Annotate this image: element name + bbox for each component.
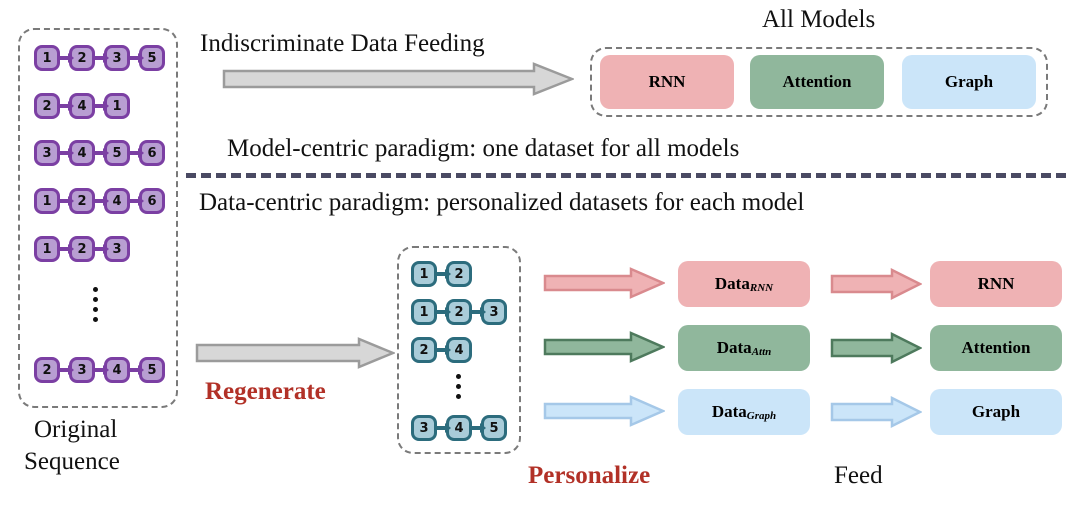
seq-link-arrow	[60, 148, 74, 158]
sequence-row: 1 2 3 5	[34, 45, 165, 71]
sequence-row: 2 4 1	[34, 93, 130, 119]
dataset-subscript: RNN	[749, 282, 774, 294]
seq-node: 2	[34, 357, 60, 383]
seq-link-arrow	[60, 244, 74, 254]
model-box-attention[interactable]: Attention	[750, 55, 884, 109]
seq-node: 1	[34, 45, 60, 71]
regenerate-label: Regenerate	[205, 378, 326, 405]
seq-node: 1	[34, 188, 60, 214]
seq-link-arrow	[95, 244, 109, 254]
indiscriminate-feeding-arrow	[222, 62, 574, 96]
model-result-attention[interactable]: Attention	[930, 325, 1062, 371]
seq-link-arrow	[60, 101, 74, 111]
model-box-graph[interactable]: Graph	[902, 55, 1036, 109]
seq-link-arrow	[95, 196, 109, 206]
sequence-row: 2 3 4 5	[34, 357, 165, 383]
seq-link-arrow	[95, 148, 109, 158]
personalize-label: Personalize	[528, 462, 651, 489]
seq-link-arrow	[437, 269, 451, 279]
regenerated-sequence-row: 1 2 3	[411, 299, 507, 325]
seq-link-arrow	[60, 196, 74, 206]
feed-arrow-rnn	[830, 268, 922, 300]
feed-arrow-graph	[830, 396, 922, 428]
seq-link-arrow	[60, 53, 74, 63]
personalize-arrow-rnn	[543, 266, 665, 300]
regenerate-arrow	[195, 337, 395, 369]
personalize-arrow-attention	[543, 330, 665, 364]
seq-link-arrow	[130, 365, 144, 375]
sequence-ellipsis-icon	[93, 287, 98, 322]
seq-link-arrow	[472, 307, 486, 317]
original-sequence-caption-line2: Sequence	[24, 448, 120, 475]
sequence-row: 1 2 3	[34, 236, 130, 262]
model-result-graph[interactable]: Graph	[930, 389, 1062, 435]
data-centric-paradigm-text: Data-centric paradigm: personalized data…	[199, 189, 805, 216]
seq-node: 2	[34, 93, 60, 119]
sequence-row: 1 2 4 6	[34, 188, 165, 214]
seq-link-arrow	[95, 101, 109, 111]
dataset-label: Data	[714, 274, 750, 293]
feed-arrow-attention	[830, 332, 922, 364]
dataset-subscript: Graph	[746, 410, 777, 422]
personalize-arrow-graph	[543, 394, 665, 428]
dataset-box-graph[interactable]: Data Graph	[678, 389, 810, 435]
paradigm-divider	[186, 173, 1066, 178]
original-sequence-caption-line1: Original	[34, 416, 118, 443]
dataset-label: Data	[716, 338, 752, 357]
model-centric-paradigm-text: Model-centric paradigm: one dataset for …	[227, 135, 740, 162]
seq-node: 1	[411, 261, 437, 287]
dataset-box-attention[interactable]: Data Attn	[678, 325, 810, 371]
seq-node: 1	[34, 236, 60, 262]
model-box-rnn[interactable]: RNN	[600, 55, 734, 109]
seq-link-arrow	[472, 423, 486, 433]
regenerated-sequence-row: 3 4 5	[411, 415, 507, 441]
seq-link-arrow	[437, 423, 451, 433]
dataset-box-rnn[interactable]: Data RNN	[678, 261, 810, 307]
seq-link-arrow	[130, 148, 144, 158]
regenerated-sequence-row: 1 2	[411, 261, 472, 287]
seq-node: 1	[411, 299, 437, 325]
all-models-title: All Models	[762, 6, 876, 33]
seq-link-arrow	[95, 365, 109, 375]
seq-node: 3	[411, 415, 437, 441]
seq-node: 2	[411, 337, 437, 363]
seq-link-arrow	[437, 307, 451, 317]
regenerated-sequence-ellipsis-icon	[456, 374, 461, 399]
indiscriminate-feeding-label: Indiscriminate Data Feeding	[200, 30, 485, 57]
seq-link-arrow	[437, 345, 451, 355]
original-sequence-panel	[18, 28, 178, 408]
dataset-label: Data	[711, 402, 747, 421]
seq-node: 3	[34, 140, 60, 166]
seq-link-arrow	[95, 53, 109, 63]
sequence-row: 3 4 5 6	[34, 140, 165, 166]
seq-link-arrow	[130, 53, 144, 63]
seq-link-arrow	[130, 196, 144, 206]
feed-label: Feed	[834, 462, 883, 489]
seq-link-arrow	[60, 365, 74, 375]
regenerated-sequence-row: 2 4	[411, 337, 472, 363]
model-result-rnn[interactable]: RNN	[930, 261, 1062, 307]
dataset-subscript: Attn	[751, 346, 772, 358]
